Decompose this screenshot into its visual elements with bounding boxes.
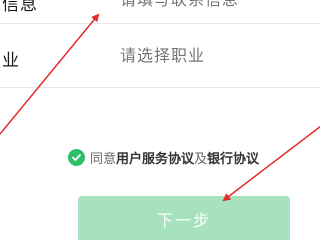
user-terms-link[interactable]: 用户服务协议 (116, 148, 194, 167)
bank-terms-link[interactable]: 银行协议 (207, 148, 259, 167)
agreement-line: 同意 用户服务协议 及 银行协议 (68, 147, 259, 167)
agreement-prefix: 同意 (90, 151, 117, 167)
contact-info-label: 人信息 (0, 0, 38, 15)
check-circle-icon[interactable] (68, 148, 85, 166)
contact-info-row[interactable]: 人信息 (0, 0, 320, 24)
next-step-button[interactable]: 下一步 (78, 196, 290, 240)
contact-info-input[interactable] (120, 0, 320, 9)
occupation-select[interactable] (120, 46, 320, 65)
agreement-joiner: 及 (194, 151, 208, 167)
occupation-label: 职业 (0, 51, 20, 71)
occupation-row[interactable]: 职业 (0, 24, 320, 88)
